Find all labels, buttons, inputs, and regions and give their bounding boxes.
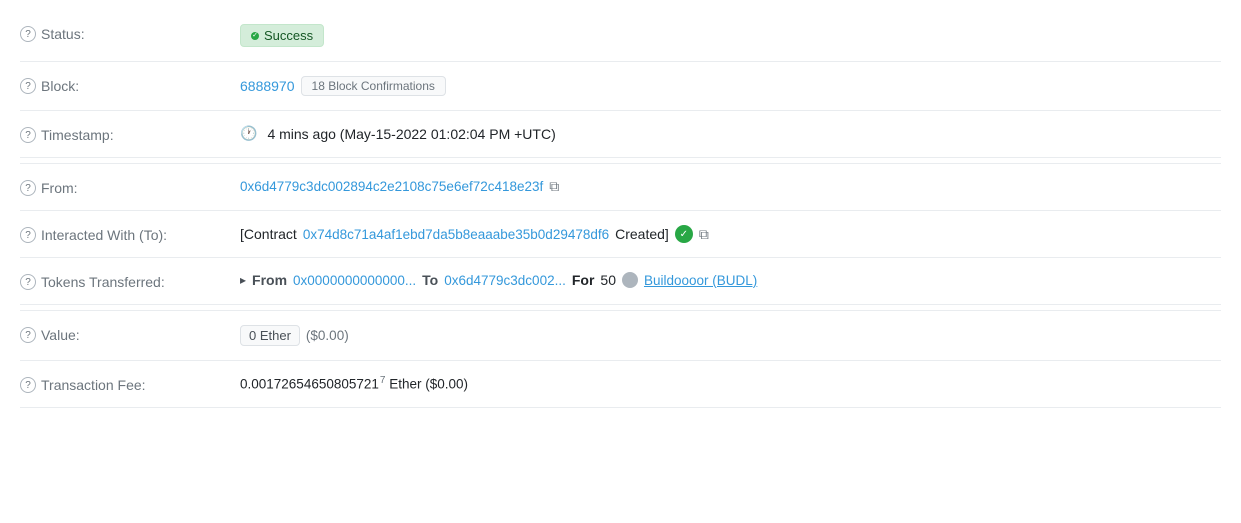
interacted-question-icon[interactable]: ? (20, 227, 36, 243)
block-confirmations-badge: 18 Block Confirmations (301, 76, 446, 96)
from-label: From: (41, 180, 78, 196)
timestamp-label: Timestamp: (41, 127, 114, 143)
tokens-row: ? Tokens Transferred: ▸ From 0x000000000… (20, 258, 1221, 305)
tokens-to-address-link[interactable]: 0x6d4779c3dc002... (444, 273, 566, 288)
contract-copy-icon[interactable]: ⧉ (699, 226, 709, 243)
tokens-to-label: To (422, 272, 438, 288)
success-badge: Success (240, 24, 324, 47)
status-question-icon[interactable]: ? (20, 26, 36, 42)
tokens-question-icon[interactable]: ? (20, 274, 36, 290)
status-label: Status: (41, 26, 85, 42)
status-row: ? Status: Success (20, 10, 1221, 62)
tokens-for-label: For (572, 272, 595, 288)
timestamp-label-col: ? Timestamp: (20, 125, 240, 143)
fee-value-col: 0.001726546508057217 Ether ($0.00) (240, 375, 1221, 392)
interacted-label-col: ? Interacted With (To): (20, 225, 240, 243)
token-coin-icon (622, 272, 638, 288)
from-address-link[interactable]: 0x6d4779c3dc002894c2e2108c75e6ef72c418e2… (240, 179, 543, 194)
fee-amount: 0.001726546508057217 Ether ($0.00) (240, 375, 468, 392)
success-text: Success (264, 28, 313, 43)
block-row: ? Block: 6888970 18 Block Confirmations (20, 62, 1221, 111)
transaction-detail: ? Status: Success ? Block: 6888970 18 Bl… (0, 0, 1241, 418)
tokens-arrow-icon: ▸ (240, 273, 246, 287)
block-label: Block: (41, 78, 79, 94)
fee-label: Transaction Fee: (41, 377, 146, 393)
tokens-value-col: ▸ From 0x0000000000000... To 0x6d4779c3d… (240, 272, 1221, 288)
token-name-link[interactable]: Buildoooor (BUDL) (644, 273, 757, 288)
from-copy-icon[interactable]: ⧉ (549, 178, 559, 195)
tokens-amount: 50 (600, 272, 616, 288)
interacted-row: ? Interacted With (To): [Contract 0x74d8… (20, 211, 1221, 258)
tokens-from-address-link[interactable]: 0x0000000000000... (293, 273, 416, 288)
interacted-value-col: [Contract 0x74d8c71a4af1ebd7da5b8eaaabe3… (240, 225, 1221, 243)
value-label-col: ? Value: (20, 325, 240, 343)
block-number-link[interactable]: 6888970 (240, 78, 295, 94)
contract-prefix: [Contract (240, 226, 297, 242)
value-question-icon[interactable]: ? (20, 327, 36, 343)
value-label: Value: (41, 327, 80, 343)
status-label-col: ? Status: (20, 24, 240, 42)
timestamp-text: 4 mins ago (May-15-2022 01:02:04 PM +UTC… (267, 126, 555, 142)
interacted-label: Interacted With (To): (41, 227, 167, 243)
value-value-col: 0 Ether ($0.00) (240, 325, 1221, 346)
ether-badge: 0 Ether (240, 325, 300, 346)
fee-row: ? Transaction Fee: 0.001726546508057217 … (20, 361, 1221, 408)
from-label-col: ? From: (20, 178, 240, 196)
value-usd: ($0.00) (306, 328, 349, 343)
tokens-from-label: From (252, 272, 287, 288)
timestamp-question-icon[interactable]: ? (20, 127, 36, 143)
timestamp-value-col: 🕐 4 mins ago (May-15-2022 01:02:04 PM +U… (240, 125, 1221, 142)
from-row: ? From: 0x6d4779c3dc002894c2e2108c75e6ef… (20, 164, 1221, 211)
contract-address-link[interactable]: 0x74d8c71a4af1ebd7da5b8eaaabe35b0d29478d… (303, 227, 609, 242)
tokens-label-col: ? Tokens Transferred: (20, 272, 240, 290)
fee-question-icon[interactable]: ? (20, 377, 36, 393)
status-value-col: Success (240, 24, 1221, 47)
timestamp-row: ? Timestamp: 🕐 4 mins ago (May-15-2022 0… (20, 111, 1221, 158)
block-value-col: 6888970 18 Block Confirmations (240, 76, 1221, 96)
block-label-col: ? Block: (20, 76, 240, 94)
clock-icon: 🕐 (240, 125, 257, 142)
tokens-label: Tokens Transferred: (41, 274, 165, 290)
success-dot-icon (251, 32, 259, 40)
fee-label-col: ? Transaction Fee: (20, 375, 240, 393)
block-question-icon[interactable]: ? (20, 78, 36, 94)
created-suffix: Created] (615, 226, 669, 242)
value-row: ? Value: 0 Ether ($0.00) (20, 311, 1221, 361)
verified-icon: ✓ (675, 225, 693, 243)
confirmations-text: 18 Block Confirmations (312, 79, 435, 93)
from-value-col: 0x6d4779c3dc002894c2e2108c75e6ef72c418e2… (240, 178, 1221, 195)
from-question-icon[interactable]: ? (20, 180, 36, 196)
